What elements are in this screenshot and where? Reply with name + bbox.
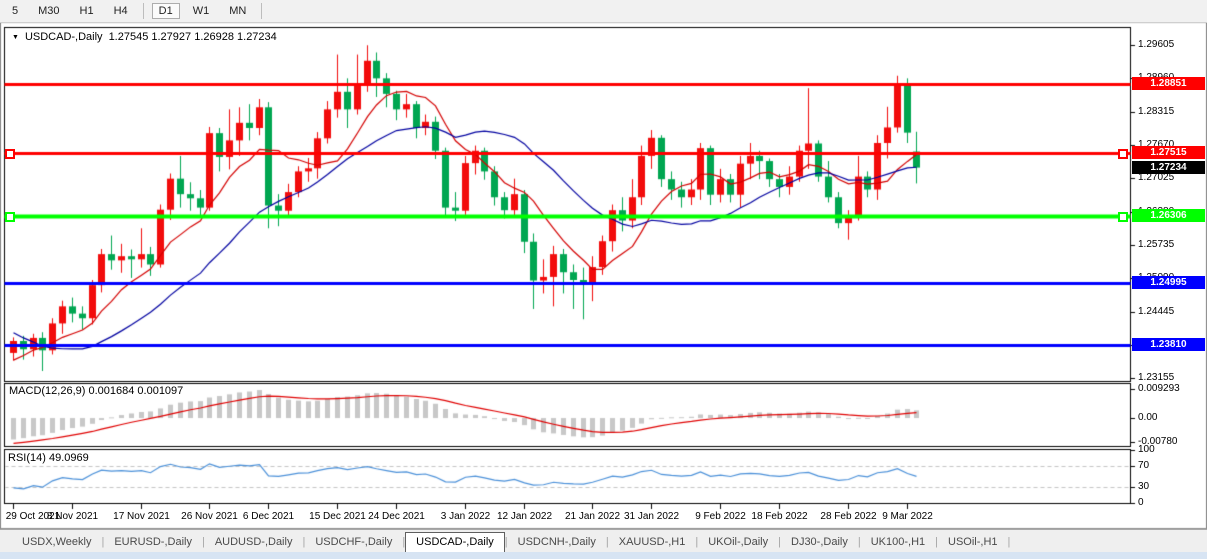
timeframe-toolbar: 5 M30 H1 H4 D1 W1 MN xyxy=(0,0,1207,23)
price-axis-label: 1.25735 xyxy=(1138,239,1174,250)
line-handle[interactable] xyxy=(1118,212,1128,222)
price-axis-label: 1.23155 xyxy=(1138,372,1174,383)
date-axis-label: 21 Jan 2022 xyxy=(561,511,625,522)
date-axis-label: 18 Feb 2022 xyxy=(748,511,812,522)
chart-tab-uk100-h1[interactable]: UK100-,H1 xyxy=(861,533,935,551)
chart-tab-usdchf-daily[interactable]: USDCHF-,Daily xyxy=(305,533,402,551)
timeframe-button-D1[interactable]: D1 xyxy=(152,3,180,19)
date-axis-label: 28 Feb 2022 xyxy=(817,511,881,522)
chart-tab-eurusd-daily[interactable]: EURUSD-,Daily xyxy=(104,533,202,551)
toolbar-divider xyxy=(261,3,262,19)
rsi-indicator-label: RSI(14) 49.0969 xyxy=(8,452,89,464)
macd-axis-label: 0.009293 xyxy=(1138,383,1180,394)
rsi-axis-label: 0 xyxy=(1138,497,1144,508)
status-strip xyxy=(0,552,1207,559)
date-axis-label: 31 Jan 2022 xyxy=(620,511,684,522)
date-axis-label: 26 Nov 2021 xyxy=(178,511,242,522)
date-axis-label: 12 Jan 2022 xyxy=(493,511,557,522)
chart-dropdown-icon[interactable]: ▼ xyxy=(12,34,19,41)
chart-tab-usdcnh-daily[interactable]: USDCNH-,Daily xyxy=(508,533,606,551)
macd-indicator-label: MACD(12,26,9) 0.001684 0.001097 xyxy=(9,385,183,397)
timeframe-button-5[interactable]: 5 xyxy=(5,3,25,19)
line-handle[interactable] xyxy=(1118,149,1128,159)
date-axis-label: 3 Jan 2022 xyxy=(434,511,498,522)
price-axis-label: 1.28315 xyxy=(1138,106,1174,117)
date-axis-label: 15 Dec 2021 xyxy=(306,511,370,522)
timeframe-button-MN[interactable]: MN xyxy=(222,3,253,19)
chart-tab-dj30-daily[interactable]: DJ30-,Daily xyxy=(781,533,858,551)
price-tag: 1.24995 xyxy=(1132,276,1205,289)
rsi-axis-label: 100 xyxy=(1138,444,1155,455)
timeframe-button-H1[interactable]: H1 xyxy=(73,3,101,19)
price-tag: 1.23810 xyxy=(1132,338,1205,351)
date-axis-label: 24 Dec 2021 xyxy=(365,511,429,522)
chart-symbol-label: USDCAD-,Daily xyxy=(25,31,103,43)
tab-separator: | xyxy=(1008,536,1011,548)
date-axis-label: 17 Nov 2021 xyxy=(110,511,174,522)
chart-ohlc-values: 1.27545 1.27927 1.26928 1.27234 xyxy=(109,31,277,43)
date-axis-label: 6 Dec 2021 xyxy=(237,511,301,522)
chart-tab-bar: USDX,Weekly|EURUSD-,Daily|AUDUSD-,Daily|… xyxy=(0,529,1207,553)
chart-canvas[interactable] xyxy=(0,0,1207,559)
chart-tab-usdx-weekly[interactable]: USDX,Weekly xyxy=(12,533,101,551)
macd-axis-label: 0.00 xyxy=(1138,412,1157,423)
toolbar-divider xyxy=(143,3,144,19)
price-tag: 1.27515 xyxy=(1132,146,1205,159)
timeframe-button-M30[interactable]: M30 xyxy=(31,3,66,19)
price-tag: 1.28851 xyxy=(1132,77,1205,90)
chart-tab-ukoil-daily[interactable]: UKOil-,Daily xyxy=(698,533,778,551)
current-price-tag: 1.27234 xyxy=(1132,161,1205,174)
chart-tab-audusd-daily[interactable]: AUDUSD-,Daily xyxy=(205,533,303,551)
rsi-axis-label: 30 xyxy=(1138,481,1149,492)
price-tag: 1.26306 xyxy=(1132,209,1205,222)
chart-tab-usdcad-daily[interactable]: USDCAD-,Daily xyxy=(405,532,505,553)
date-axis-label: 8 Nov 2021 xyxy=(41,511,105,522)
price-axis-label: 1.24445 xyxy=(1138,306,1174,317)
mt4-window: 5 M30 H1 H4 D1 W1 MN ▼ USDCAD-,Daily 1.27545 1… xyxy=(0,0,1207,559)
date-axis-label: 9 Mar 2022 xyxy=(876,511,940,522)
line-handle[interactable] xyxy=(5,212,15,222)
rsi-axis-label: 70 xyxy=(1138,460,1149,471)
date-axis-label: 9 Feb 2022 xyxy=(689,511,753,522)
line-handle[interactable] xyxy=(5,149,15,159)
chart-tab-usoil-h1[interactable]: USOil-,H1 xyxy=(938,533,1008,551)
price-axis-label: 1.29605 xyxy=(1138,39,1174,50)
timeframe-button-H4[interactable]: H4 xyxy=(107,3,135,19)
chart-tab-xauusd-h1[interactable]: XAUUSD-,H1 xyxy=(609,533,696,551)
chart-title: ▼ USDCAD-,Daily 1.27545 1.27927 1.26928 … xyxy=(12,31,277,43)
timeframe-button-W1[interactable]: W1 xyxy=(186,3,217,19)
